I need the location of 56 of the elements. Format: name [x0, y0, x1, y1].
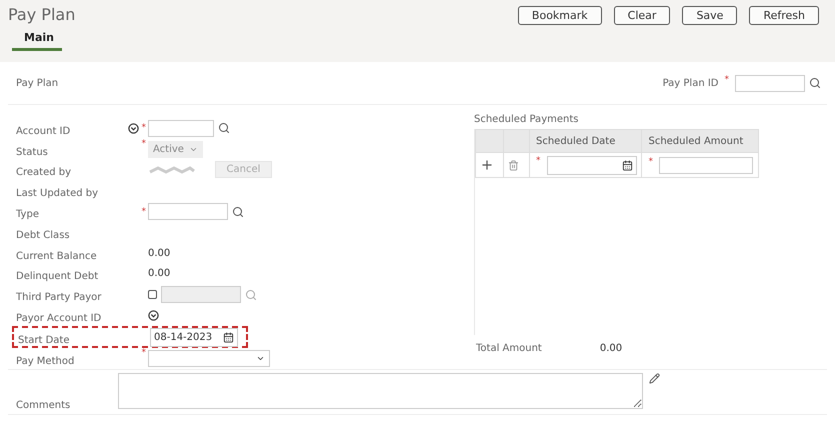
required-marker: * — [142, 206, 146, 217]
field-label: Start Date — [18, 334, 70, 346]
page-title: Pay Plan — [8, 5, 76, 24]
field-label: Type — [16, 209, 39, 220]
tab[interactable]: Main — [12, 31, 62, 51]
total-value: 0.00 — [600, 343, 622, 354]
field-value: 0.00 — [148, 248, 170, 259]
select-field[interactable] — [148, 350, 270, 367]
pencil-icon[interactable] — [649, 372, 660, 384]
required-marker: * — [724, 74, 729, 84]
field-label: Last Updated by — [16, 188, 98, 200]
input-field[interactable] — [148, 120, 214, 137]
search-icon[interactable] — [232, 206, 244, 218]
field-label: Delinquent Debt — [16, 271, 98, 282]
total-label: Total Amount — [476, 343, 542, 354]
comments-field[interactable] — [118, 372, 643, 409]
action-button[interactable]: Clear — [614, 6, 670, 25]
field-label: Current Balance — [16, 250, 97, 262]
input-field[interactable] — [735, 74, 805, 92]
search-icon[interactable] — [809, 77, 821, 89]
checkbox[interactable] — [148, 290, 157, 300]
field-label: Pay Plan ID — [662, 78, 718, 88]
field-label: Pay Method — [16, 356, 74, 367]
required-marker: * — [536, 156, 540, 166]
date-field[interactable]: 08-14-2023 — [150, 328, 238, 347]
date-field[interactable] — [546, 156, 636, 174]
column-header: Scheduled Amount — [642, 130, 758, 152]
field-label: Created by — [16, 167, 72, 178]
panel-title: Scheduled Payments — [474, 114, 580, 125]
input-field[interactable] — [658, 156, 753, 174]
search-icon[interactable] — [218, 122, 230, 134]
column-header: Scheduled Date — [530, 130, 642, 152]
field-value: 0.00 — [148, 268, 170, 280]
input-field[interactable] — [161, 286, 241, 304]
chevron-circle-icon[interactable] — [128, 122, 138, 134]
input-field[interactable] — [148, 203, 228, 220]
add-icon[interactable] — [480, 158, 494, 172]
trash-icon[interactable] — [508, 160, 519, 170]
chevron-circle-icon[interactable] — [148, 310, 159, 322]
field-label: Debt Class — [16, 230, 70, 241]
calendar-icon[interactable] — [223, 332, 234, 343]
action-button[interactable]: Refresh — [749, 6, 819, 25]
required-marker: * — [142, 122, 146, 133]
required-marker: * — [142, 348, 146, 358]
action-button[interactable]: Bookmark — [518, 6, 602, 25]
required-marker: * — [142, 138, 146, 149]
blurred-value — [148, 166, 196, 174]
field-label: Status — [16, 146, 48, 158]
field-label: Account ID — [16, 126, 70, 137]
section-title: Pay Plan — [16, 78, 58, 88]
field-label: Comments — [16, 400, 72, 411]
field-label: Third Party Payor — [16, 292, 102, 304]
field-label: Payor Account ID — [16, 313, 102, 324]
action-button[interactable]: Save — [682, 6, 738, 25]
required-marker: * — [648, 156, 653, 166]
calendar-icon[interactable] — [622, 160, 632, 170]
